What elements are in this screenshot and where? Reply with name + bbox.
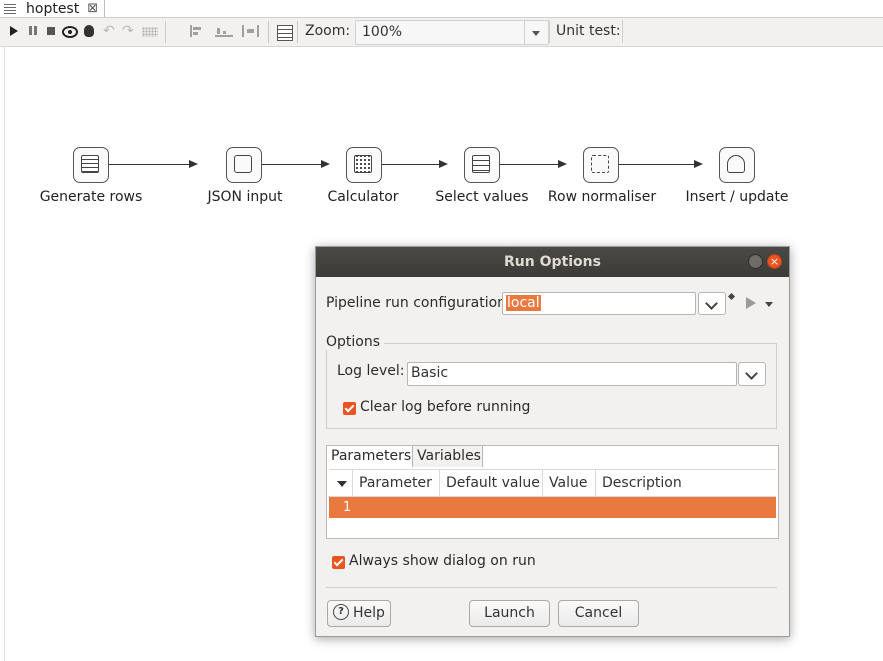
launch-button[interactable]: Launch <box>469 600 550 627</box>
table-row[interactable]: 1 <box>329 497 776 518</box>
cancel-button[interactable]: Cancel <box>558 600 639 627</box>
parameters-table-header: Parameter Default value Value Descriptio… <box>329 469 776 497</box>
pipeline-toolbar: ↶ ↷ Zoom: 100% Unit test: <box>0 18 883 47</box>
step-select-values[interactable] <box>464 147 500 183</box>
step-label: Calculator <box>327 189 399 205</box>
align-left-icon[interactable] <box>190 25 208 37</box>
step-json-input[interactable] <box>226 147 262 183</box>
run-options-dialog: Run Options × Pipeline run configuration… <box>315 246 790 637</box>
options-group: Options Log level: Basic Clear log befor… <box>326 334 777 429</box>
help-button-label: Help <box>353 605 385 621</box>
row-normaliser-icon <box>591 155 609 173</box>
tab-strip: hoptest ⊠ <box>0 0 883 18</box>
calculator-icon <box>354 155 372 173</box>
select-values-icon <box>472 155 490 173</box>
hop-arrow[interactable] <box>500 160 567 168</box>
log-level-label: Log level: <box>337 363 405 379</box>
help-icon: ? <box>333 603 350 620</box>
new-config-icon[interactable] <box>727 292 736 301</box>
unit-test-label-box: Unit test: <box>549 20 623 43</box>
hop-arrow[interactable] <box>619 160 703 168</box>
options-legend: Options <box>326 334 385 350</box>
tab-title: hoptest <box>26 0 80 17</box>
redo-icon[interactable]: ↷ <box>122 23 134 39</box>
log-level-select[interactable]: Basic <box>407 362 737 386</box>
minimize-icon[interactable] <box>748 254 763 269</box>
always-show-label: Always show dialog on run <box>349 553 536 569</box>
insert-update-icon <box>727 155 745 173</box>
tab-hoptest[interactable]: hoptest ⊠ <box>0 0 105 17</box>
help-button[interactable]: ? Help <box>327 600 391 627</box>
generate-rows-icon <box>81 155 99 173</box>
close-icon[interactable]: × <box>767 254 782 269</box>
tab-parameters[interactable]: Parameters <box>327 446 413 467</box>
align-bottom-icon[interactable] <box>215 25 233 37</box>
toolbar-separator <box>268 21 269 43</box>
column-header[interactable]: Description <box>596 470 776 496</box>
pause-icon[interactable] <box>27 24 41 38</box>
run-config-value: local <box>506 295 541 311</box>
close-icon[interactable]: ⊠ <box>87 1 98 16</box>
step-label: Insert / update <box>685 189 789 205</box>
zoom-divider <box>524 21 525 44</box>
hop-arrow[interactable] <box>108 160 198 168</box>
unit-test-label: Unit test: <box>556 23 621 39</box>
show-grid-icon[interactable] <box>277 25 293 41</box>
canvas-edge <box>4 47 5 661</box>
toolbar-separator <box>165 21 166 43</box>
row-index: 1 <box>343 500 352 515</box>
row-number-header[interactable] <box>329 470 353 496</box>
step-row-normaliser[interactable] <box>583 147 619 183</box>
chevron-down-icon[interactable] <box>765 302 773 307</box>
hop-arrow[interactable] <box>262 160 330 168</box>
chevron-down-icon[interactable] <box>532 31 540 36</box>
clear-log-checkbox[interactable] <box>343 402 356 415</box>
run-config-label: Pipeline run configuration <box>326 295 507 311</box>
log-level-dropdown[interactable] <box>738 362 766 386</box>
dialog-titlebar[interactable]: Run Options × <box>316 247 789 277</box>
hop-arrow[interactable] <box>381 160 448 168</box>
distribute-icon[interactable] <box>242 25 260 37</box>
toolbar-separator <box>297 21 298 43</box>
undo-icon[interactable]: ↶ <box>103 23 115 39</box>
stop-icon[interactable] <box>47 27 55 35</box>
always-show-checkbox[interactable] <box>332 556 345 569</box>
column-header[interactable]: Default value <box>440 470 543 496</box>
json-input-icon <box>234 155 252 173</box>
step-label: Select values <box>435 189 529 205</box>
tab-variables[interactable]: Variables <box>413 446 483 467</box>
debug-icon[interactable] <box>84 25 94 37</box>
run-config-action-icon[interactable] <box>746 297 756 309</box>
log-level-value: Basic <box>411 365 449 381</box>
zoom-value: 100% <box>362 24 403 40</box>
column-header[interactable]: Value <box>543 470 596 496</box>
parameters-variables-tabs: Parameters Variables Parameter Default v… <box>326 445 779 539</box>
dialog-divider <box>326 587 777 588</box>
step-label: JSON input <box>207 189 283 205</box>
step-insert-update[interactable] <box>719 147 755 183</box>
column-header[interactable]: Parameter <box>353 470 440 496</box>
run-config-dropdown[interactable] <box>698 292 726 315</box>
clear-log-label: Clear log before running <box>360 399 531 415</box>
zoom-label: Zoom: <box>305 23 351 39</box>
run-icon[interactable] <box>10 26 18 36</box>
pipeline-file-icon <box>4 3 18 15</box>
run-config-field[interactable]: local <box>502 292 696 315</box>
dialog-title: Run Options <box>504 254 601 270</box>
sort-arrow-icon[interactable] <box>337 481 347 487</box>
zoom-select[interactable]: 100% <box>355 20 549 45</box>
step-calculator[interactable] <box>346 147 382 183</box>
step-label: Generate rows <box>39 189 143 205</box>
preview-icon[interactable] <box>62 26 78 38</box>
step-label: Row normaliser <box>547 189 657 205</box>
step-generate-rows[interactable] <box>73 147 109 183</box>
snap-grid-icon[interactable] <box>142 27 158 37</box>
